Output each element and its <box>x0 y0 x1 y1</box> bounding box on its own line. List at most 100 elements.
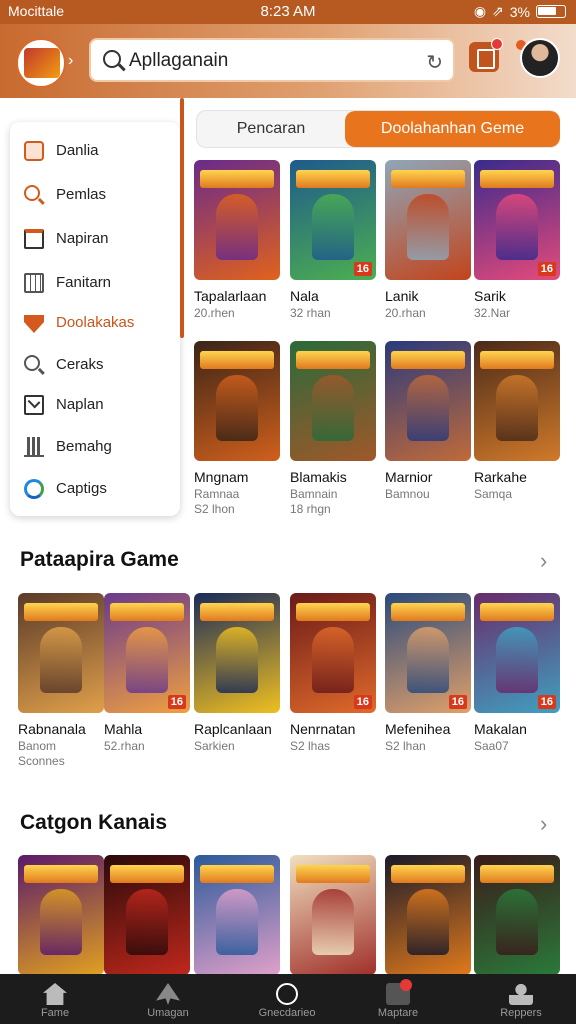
game-meta: 20.rhen <box>194 306 235 320</box>
sidebar-item-label: Pemlas <box>56 186 107 203</box>
game-thumbnail[interactable]: 16 <box>474 160 560 280</box>
game-character-art <box>496 375 538 441</box>
nav-item-1[interactable]: Fame <box>5 974 105 1024</box>
game-card[interactable]: Tapalarlaan 20.rhen <box>194 160 280 320</box>
chevron-right-icon[interactable]: › <box>68 52 73 70</box>
game-meta: 32 rhan <box>290 306 331 320</box>
game-name: Sarik <box>474 288 506 304</box>
game-thumbnail[interactable] <box>385 341 471 461</box>
search-input[interactable] <box>129 48 409 74</box>
game-title-art <box>110 865 184 883</box>
status-bar: Mocittale 8:23 AM ◉ ⇗ 3% <box>0 0 576 24</box>
game-meta: Banom <box>18 739 57 753</box>
game-thumbnail[interactable]: 16 <box>385 593 471 713</box>
game-name: Raplcanlaan <box>194 721 272 737</box>
nav-label: Gnecdarieo <box>258 1007 316 1019</box>
status-icons: ◉ ⇗ 3% <box>474 3 566 20</box>
game-title-art <box>24 865 98 883</box>
game-title-art <box>296 351 370 369</box>
notification-button[interactable] <box>469 38 503 72</box>
game-character-art <box>126 627 168 693</box>
sidebar-item-label: Napiran <box>56 230 109 247</box>
game-thumbnail[interactable] <box>474 855 560 975</box>
game-character-art <box>312 889 354 955</box>
nav-item-4[interactable]: Maptare <box>348 974 448 1024</box>
search-bar[interactable]: ↻ <box>89 38 455 82</box>
game-card[interactable] <box>385 855 471 975</box>
chevron-right-icon[interactable]: › <box>540 811 547 837</box>
game-thumbnail[interactable] <box>194 160 280 280</box>
game-name: Nenrnatan <box>290 721 356 737</box>
game-thumbnail[interactable] <box>18 593 104 713</box>
sidebar-item-5[interactable]: Doolakakas <box>10 303 180 343</box>
game-title-art <box>200 603 274 621</box>
nav-item-5[interactable]: Reppers <box>471 974 571 1024</box>
game-character-art <box>312 194 354 260</box>
chevron-right-icon[interactable]: › <box>540 548 547 574</box>
nav-item-2[interactable]: Umagan <box>118 974 218 1024</box>
game-card[interactable]: Blamakis Bamnain 18 rhgn <box>290 341 376 516</box>
game-card[interactable] <box>18 855 104 975</box>
game-card[interactable] <box>194 855 280 975</box>
gift-icon <box>386 979 412 1005</box>
sidebar-item-9[interactable]: Captigs <box>10 469 180 509</box>
game-card[interactable] <box>474 855 560 975</box>
game-title-art <box>480 603 554 621</box>
game-card[interactable]: 16 Nenrnatan S2 lhas <box>290 593 376 753</box>
sidebar-item-3[interactable]: Napiran <box>10 219 180 259</box>
refresh-icon[interactable]: ↻ <box>426 50 443 75</box>
game-card[interactable]: Lanik 20.rhan <box>385 160 471 320</box>
game-thumbnail[interactable] <box>194 341 280 461</box>
nav-item-3[interactable]: Gnecdarieo <box>237 974 337 1024</box>
game-meta: Bamnain <box>290 487 338 501</box>
game-thumbnail[interactable] <box>194 855 280 975</box>
game-thumbnail[interactable] <box>385 160 471 280</box>
game-thumbnail[interactable] <box>474 341 560 461</box>
sidebar-item-label: Danlia <box>56 142 99 159</box>
nav-label: Umagan <box>147 1007 189 1019</box>
game-card[interactable]: Rabnanala Banom Sconnes <box>18 593 104 768</box>
game-card[interactable]: Raplcanlaan Sarkien <box>194 593 280 753</box>
person-icon <box>509 983 533 1005</box>
game-thumbnail[interactable]: 16 <box>104 593 190 713</box>
game-title-art <box>200 351 274 369</box>
game-thumbnail[interactable]: 16 <box>290 593 376 713</box>
game-thumbnail[interactable] <box>194 593 280 713</box>
game-card[interactable]: 16 Sarik 32.Nar <box>474 160 560 320</box>
game-card[interactable]: 16 Mahla 52.rhan <box>104 593 190 753</box>
game-thumbnail[interactable]: 16 <box>290 160 376 280</box>
signal-icon: ⇗ <box>492 3 504 19</box>
sidebar-item-8[interactable]: Bemahg <box>10 427 180 467</box>
game-character-art <box>496 889 538 955</box>
game-card[interactable]: Mngnam Ramnaa S2 lhon <box>194 341 280 516</box>
sidebar-item-label: Captigs <box>56 480 107 497</box>
game-title-art <box>391 603 465 621</box>
game-card[interactable]: Rarkahe Samqa <box>474 341 560 501</box>
tab-pencaran[interactable]: Pencaran <box>197 111 345 147</box>
game-meta-secondary: 18 rhgn <box>290 502 331 516</box>
sidebar-item-6[interactable]: Ceraks <box>10 345 180 385</box>
game-card[interactable] <box>290 855 376 975</box>
sidebar-item-7[interactable]: Naplan <box>10 385 180 425</box>
game-thumbnail[interactable] <box>290 855 376 975</box>
game-card[interactable]: Marnior Bamnou <box>385 341 471 501</box>
sidebar-item-2[interactable]: Pemlas <box>10 175 180 215</box>
game-thumbnail[interactable]: 16 <box>474 593 560 713</box>
game-card[interactable]: 16 Nala 32 rhan <box>290 160 376 320</box>
game-title-art <box>24 603 98 621</box>
sidebar-scrollbar[interactable] <box>180 98 184 338</box>
tab-featured-games[interactable]: Doolahanhan Geme <box>345 111 560 147</box>
game-thumbnail[interactable] <box>104 855 190 975</box>
user-avatar[interactable] <box>520 38 560 78</box>
game-card[interactable]: 16 Makalan Saa07 <box>474 593 560 753</box>
age-rating-badge: 16 <box>537 262 556 276</box>
game-thumbnail[interactable] <box>18 855 104 975</box>
game-card[interactable] <box>104 855 190 975</box>
sidebar-item-4[interactable]: Fanitarn <box>10 263 180 303</box>
game-thumbnail[interactable] <box>290 341 376 461</box>
game-card[interactable]: 16 Mefenihea S2 lhan <box>385 593 471 753</box>
game-thumbnail[interactable] <box>385 855 471 975</box>
game-title-art <box>480 865 554 883</box>
sidebar-item-1[interactable]: Danlia <box>10 131 180 171</box>
app-logo[interactable] <box>16 38 66 88</box>
